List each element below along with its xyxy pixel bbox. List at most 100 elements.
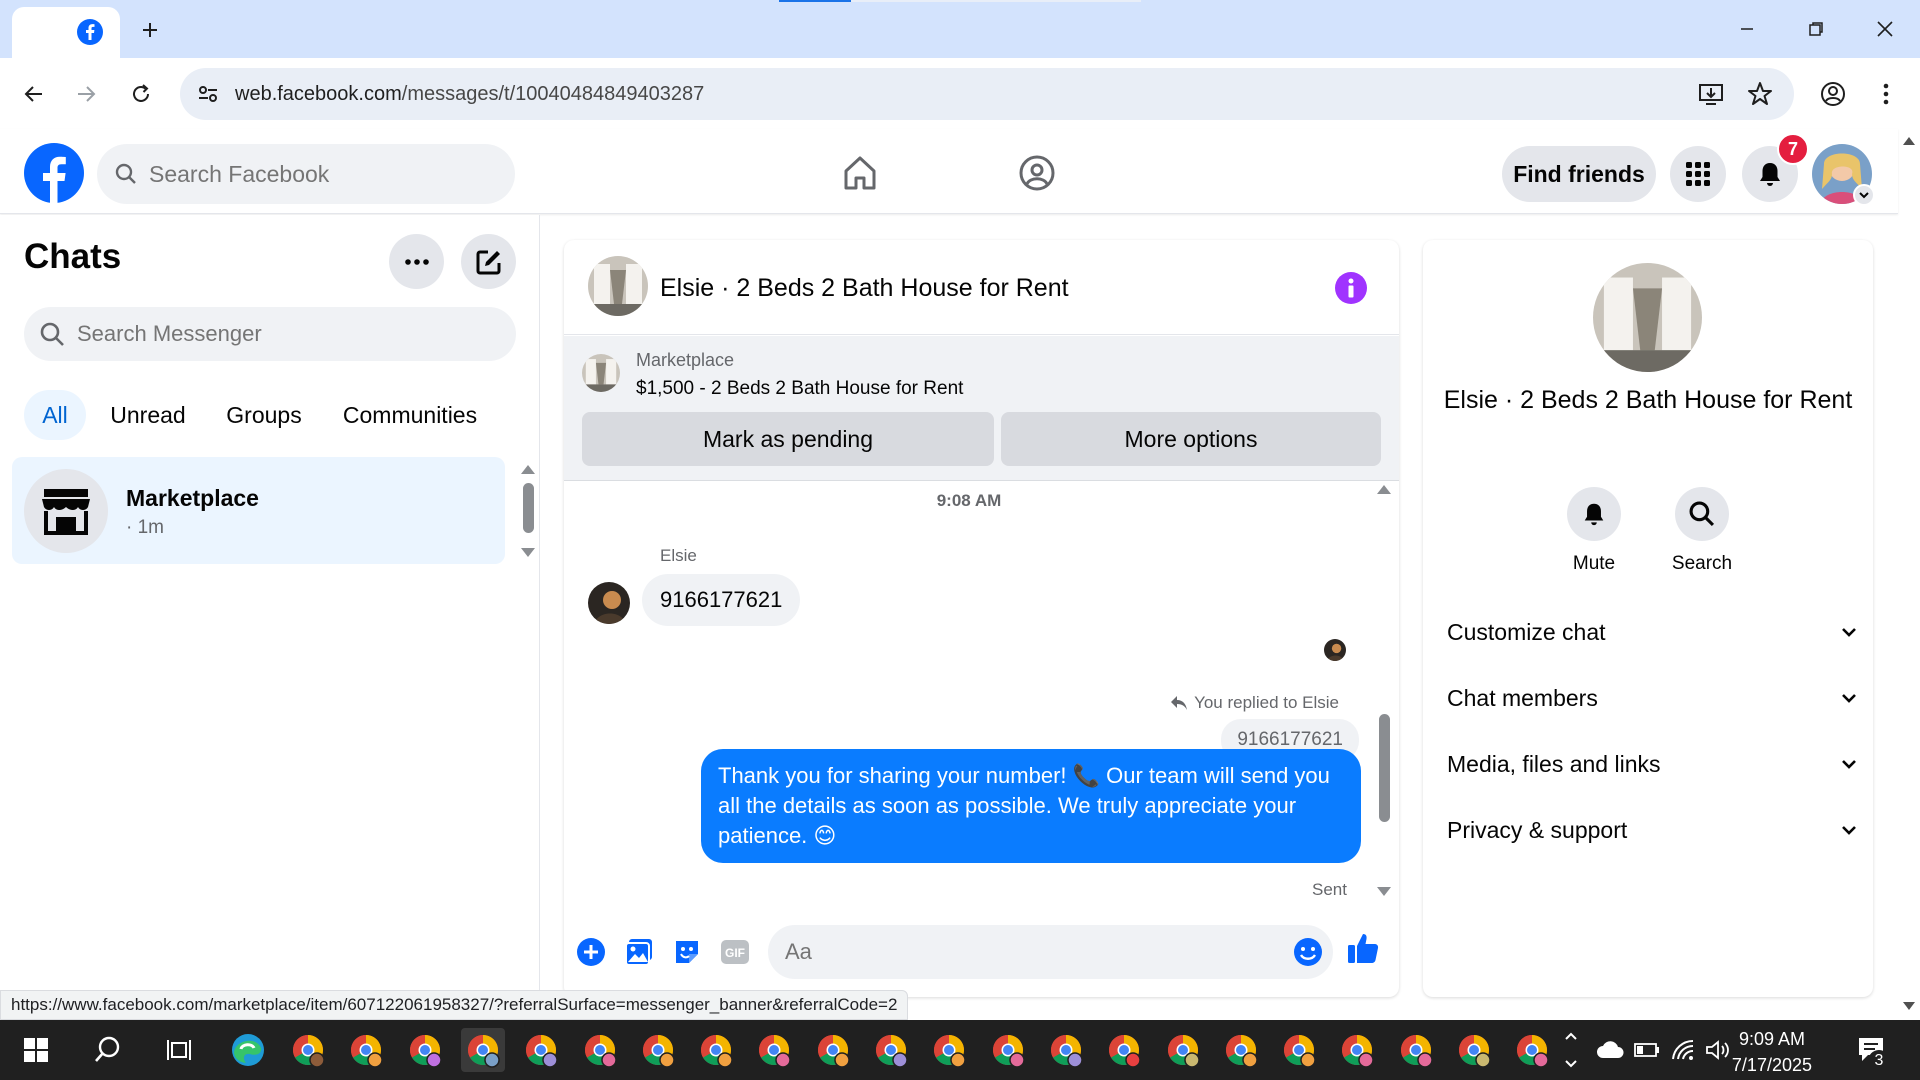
find-friends-button[interactable]: Find friends: [1502, 146, 1656, 202]
account-menu-button[interactable]: [1853, 184, 1875, 206]
new-tab-button[interactable]: [130, 10, 170, 50]
messenger-search[interactable]: [24, 307, 516, 361]
messenger-search-input[interactable]: [77, 307, 497, 361]
avatar-image-icon: [1324, 639, 1346, 661]
chat-options-button[interactable]: [389, 234, 444, 289]
taskbar-clock[interactable]: 9:09 AM 7/17/2025: [1732, 1026, 1812, 1078]
chrome-app[interactable]: [752, 1028, 796, 1072]
chrome-app[interactable]: [986, 1028, 1030, 1072]
chrome-app[interactable]: [811, 1028, 855, 1072]
outgoing-message[interactable]: Thank you for sharing your number! 📞 Our…: [701, 749, 1361, 863]
more-options-button[interactable]: More options: [1001, 412, 1381, 466]
chrome-menu-button[interactable]: [1866, 74, 1906, 114]
profile-button[interactable]: [1813, 74, 1853, 114]
scroll-up-icon[interactable]: [1903, 137, 1915, 145]
restore-button[interactable]: [1796, 10, 1836, 48]
friends-icon: [1019, 155, 1055, 191]
facebook-search-input[interactable]: [149, 144, 499, 204]
filter-groups[interactable]: Groups: [214, 390, 314, 440]
search-in-chat-button[interactable]: [1675, 487, 1729, 541]
bell-icon: [1584, 503, 1604, 526]
mute-button[interactable]: [1567, 487, 1621, 541]
filter-all[interactable]: All: [24, 390, 86, 440]
chrome-app[interactable]: [1452, 1028, 1496, 1072]
mark-as-pending-button[interactable]: Mark as pending: [582, 412, 994, 466]
sticker-button[interactable]: [670, 935, 704, 969]
scroll-down-icon[interactable]: [1903, 1002, 1915, 1010]
chrome-app[interactable]: [1102, 1028, 1146, 1072]
close-window-button[interactable]: [1865, 10, 1905, 48]
chrome-app[interactable]: [344, 1028, 388, 1072]
more-actions-button[interactable]: [574, 935, 608, 969]
section-media-files-links[interactable]: Media, files and links: [1447, 739, 1857, 789]
chrome-app[interactable]: [1394, 1028, 1438, 1072]
filter-communities[interactable]: Communities: [331, 390, 489, 440]
filter-unread[interactable]: Unread: [98, 390, 198, 440]
reload-button[interactable]: [121, 74, 161, 114]
message-scrollbar-thumb[interactable]: [1379, 714, 1390, 822]
edge-app[interactable]: [226, 1028, 270, 1072]
details-avatar[interactable]: [1593, 263, 1702, 372]
chrome-app[interactable]: [1161, 1028, 1205, 1072]
gif-button[interactable]: GIF: [718, 935, 752, 969]
show-hidden-icons-button[interactable]: [1560, 1028, 1582, 1072]
scroll-up-icon[interactable]: [1377, 485, 1391, 494]
scroll-up-icon[interactable]: [521, 465, 535, 474]
minimize-button[interactable]: [1727, 10, 1767, 48]
chrome-app[interactable]: [636, 1028, 680, 1072]
chrome-app[interactable]: [927, 1028, 971, 1072]
chat-list-item[interactable]: Marketplace · 1m: [12, 457, 505, 564]
chrome-app[interactable]: [578, 1028, 622, 1072]
chrome-app[interactable]: [461, 1028, 505, 1072]
facebook-search[interactable]: [97, 144, 515, 204]
listing-title[interactable]: $1,500 - 2 Beds 2 Bath House for Rent: [636, 378, 963, 400]
chrome-app[interactable]: [286, 1028, 330, 1072]
close-icon: [1877, 21, 1893, 37]
chrome-app[interactable]: [403, 1028, 447, 1072]
like-button[interactable]: [1346, 931, 1380, 965]
message-input[interactable]: [785, 925, 1265, 979]
scroll-down-icon[interactable]: [1377, 887, 1391, 896]
conversation-avatar[interactable]: [588, 256, 648, 316]
facebook-logo-icon[interactable]: [24, 143, 84, 203]
conversation-info-button[interactable]: [1335, 272, 1367, 304]
chrome-app[interactable]: [1044, 1028, 1088, 1072]
page-scrollbar[interactable]: [1898, 129, 1920, 1020]
section-customize-chat[interactable]: Customize chat: [1447, 607, 1857, 657]
scroll-down-icon[interactable]: [521, 548, 535, 557]
chat-list-scrollbar-thumb[interactable]: [523, 483, 534, 533]
message-input-box[interactable]: [768, 925, 1333, 979]
section-privacy-support[interactable]: Privacy & support: [1447, 805, 1857, 855]
search-action[interactable]: Search: [1657, 487, 1747, 575]
taskbar-search-button[interactable]: [86, 1028, 130, 1072]
section-chat-members[interactable]: Chat members: [1447, 673, 1857, 723]
listing-thumbnail[interactable]: [582, 354, 620, 392]
sender-avatar[interactable]: [588, 582, 630, 624]
back-button[interactable]: [14, 74, 54, 114]
chrome-app[interactable]: [519, 1028, 563, 1072]
menu-button[interactable]: [1670, 146, 1726, 202]
emoji-icon[interactable]: [1293, 937, 1323, 967]
chrome-app[interactable]: [1219, 1028, 1263, 1072]
conversation-title[interactable]: Elsie · 2 Beds 2 Bath House for Rent: [660, 274, 1069, 303]
nav-home-button[interactable]: [838, 151, 882, 195]
search-icon: [115, 163, 136, 184]
chrome-app[interactable]: [869, 1028, 913, 1072]
chrome-app[interactable]: [1277, 1028, 1321, 1072]
browser-tab-facebook[interactable]: [12, 7, 120, 59]
nav-friends-button[interactable]: [1015, 151, 1059, 195]
start-button[interactable]: [14, 1028, 58, 1072]
chrome-app[interactable]: [694, 1028, 738, 1072]
new-message-button[interactable]: [461, 234, 516, 289]
address-bar[interactable]: web.facebook.com/messages/t/100404848494…: [180, 68, 1794, 120]
install-app-icon[interactable]: [1698, 81, 1724, 107]
mute-action[interactable]: Mute: [1549, 487, 1639, 575]
incoming-message[interactable]: 9166177621: [642, 574, 801, 626]
site-settings-icon[interactable]: [197, 83, 219, 105]
chrome-app[interactable]: [1335, 1028, 1379, 1072]
task-view-button[interactable]: [158, 1028, 202, 1072]
chrome-app[interactable]: [1510, 1028, 1554, 1072]
forward-button[interactable]: [66, 74, 106, 114]
bookmark-star-icon[interactable]: [1747, 81, 1773, 107]
attach-photo-button[interactable]: [622, 935, 656, 969]
